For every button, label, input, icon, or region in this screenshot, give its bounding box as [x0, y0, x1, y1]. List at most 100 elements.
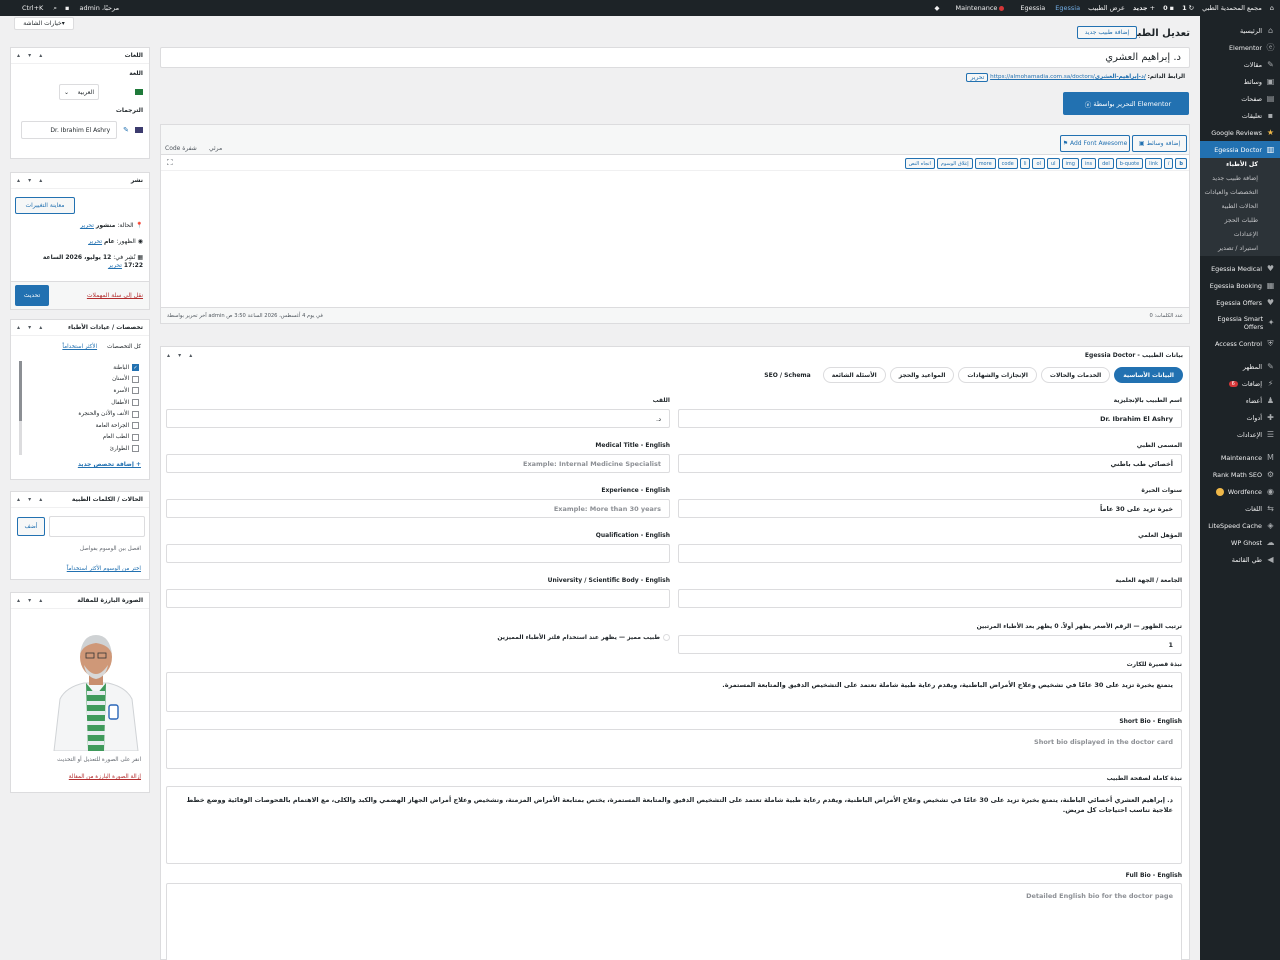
- edit-status-link[interactable]: تحرير: [80, 222, 94, 229]
- meta-tab-2[interactable]: الإنجازات والشهادات: [958, 367, 1037, 383]
- meta-tab-0[interactable]: البيانات الأساسية: [1114, 367, 1183, 383]
- sidebar-item-a7[interactable]: ▥ Egessia Doctor: [1200, 141, 1280, 158]
- qual-en-input[interactable]: [166, 544, 670, 563]
- sidebar-item-b0[interactable]: ♥ Egessia Medical: [1200, 260, 1280, 277]
- comments-count[interactable]: ▪ 0: [1163, 4, 1174, 12]
- short-bio-en-textarea[interactable]: Short bio displayed in the doctor card: [166, 729, 1182, 769]
- quicktag-button-1[interactable]: i: [1164, 158, 1174, 169]
- quicktag-button-4[interactable]: del: [1098, 158, 1114, 169]
- sidebar-item-b5[interactable]: ✎ المظهر: [1200, 358, 1280, 375]
- sidebar-item-a3[interactable]: ▣ وسائط: [1200, 73, 1280, 90]
- sidebar-item-b13[interactable]: ⇆ اللغات: [1200, 500, 1280, 517]
- specialty-checkbox[interactable]: [132, 387, 139, 395]
- submenu-item-1[interactable]: إضافة طبيب جديد: [1200, 172, 1280, 186]
- sidebar-item-b16[interactable]: ◀ طي القائمة: [1200, 551, 1280, 568]
- tab-all-specialties[interactable]: كل التخصصات: [107, 344, 141, 350]
- specialty-item[interactable]: الأسرة: [29, 385, 139, 397]
- submenu-item-2[interactable]: التخصصات والعيادات: [1200, 186, 1280, 200]
- maintenance-toggle[interactable]: Maintenance: [948, 4, 1005, 12]
- permalink-url[interactable]: https://almohamadia.com.sa/doctors/د-إبر…: [990, 74, 1146, 80]
- tags-arrows[interactable]: ▴ ▾ ▴: [17, 496, 45, 503]
- add-media-button[interactable]: ▣ إضافة وسائط: [1132, 135, 1187, 152]
- specialty-checkbox[interactable]: [132, 410, 139, 418]
- specialty-checkbox[interactable]: ✓: [132, 364, 139, 372]
- tags-input[interactable]: [49, 516, 145, 537]
- choose-tags-link[interactable]: اختر من الوسوم الأكثر استخداماً: [67, 566, 141, 572]
- sidebar-item-b15[interactable]: ☁ WP Ghost: [1200, 534, 1280, 551]
- uni-input[interactable]: [678, 589, 1182, 608]
- quicktag-button-3[interactable]: b-quote: [1115, 158, 1144, 169]
- quicktag-button-12[interactable]: إغلاق الوسوم: [936, 158, 973, 169]
- sidebar-item-b1[interactable]: ▦ Egessia Booking: [1200, 277, 1280, 294]
- sidebar-item-a6[interactable]: ★ Google Reviews: [1200, 124, 1280, 141]
- tab-visual[interactable]: مرئي: [209, 145, 222, 152]
- sidebar-item-b2[interactable]: ♥ Egessia Offers: [1200, 294, 1280, 311]
- specialty-item[interactable]: الأسنان: [29, 374, 139, 386]
- sidebar-item-a1[interactable]: ⓔ Elementor: [1200, 39, 1280, 56]
- edit-pencil-icon[interactable]: ✎: [123, 126, 129, 134]
- edit-date-link[interactable]: تحرير: [108, 262, 122, 269]
- tab-popular-specialties[interactable]: الأكثر استخداماً: [62, 344, 97, 350]
- diamond-icon[interactable]: ◆: [935, 4, 940, 12]
- sidebar-item-a2[interactable]: ✎ مقالات: [1200, 56, 1280, 73]
- site-name[interactable]: مجمع المحمدية الطبي: [1202, 4, 1262, 12]
- quicktag-button-8[interactable]: ol: [1032, 158, 1045, 169]
- quicktag-button-13[interactable]: اتجاه النص: [904, 158, 935, 169]
- quicktag-button-7[interactable]: ul: [1046, 158, 1060, 169]
- specialty-checkbox[interactable]: [132, 375, 139, 383]
- add-font-awesome-button[interactable]: ⚑ Add Font Awesome: [1060, 135, 1130, 152]
- title-en-input[interactable]: Example: Internal Medicine Specialist: [166, 454, 670, 473]
- submenu-item-0[interactable]: كل الأطباء: [1200, 158, 1280, 172]
- wp-logo-icon[interactable]: ⌂: [1270, 4, 1274, 12]
- quicktag-button-0[interactable]: b: [1175, 158, 1187, 169]
- sidebar-item-b4[interactable]: ⛨ Access Control: [1200, 335, 1280, 352]
- sidebar-item-b9[interactable]: ☰ الإعدادات: [1200, 426, 1280, 443]
- translation-input[interactable]: Dr. Ibrahim El Ashry: [21, 121, 118, 139]
- quicktag-button-6[interactable]: img: [1061, 158, 1079, 169]
- order-input[interactable]: 1: [678, 635, 1182, 654]
- prefix-input[interactable]: د.: [166, 409, 670, 428]
- specialty-item[interactable]: الأطفال: [29, 397, 139, 409]
- languages-arrows[interactable]: ▴ ▾ ▴: [17, 52, 45, 59]
- full-bio-en-textarea[interactable]: Detailed English bio for the doctor page: [166, 883, 1182, 960]
- meta-tab-1[interactable]: الخدمات والحالات: [1040, 367, 1111, 383]
- sidebar-item-b6[interactable]: ⚡ إضافات 6: [1200, 375, 1280, 392]
- account-menu[interactable]: مرحبًا، admin ▪: [57, 4, 119, 12]
- sidebar-item-a5[interactable]: ▪ تعليقات: [1200, 107, 1280, 124]
- featured-toggle[interactable]: طبيب مميز — يظهر عند استخدام فلتر الأطبا…: [490, 634, 670, 641]
- specialties-arrows[interactable]: ▴ ▾ ▴: [17, 324, 45, 331]
- quicktag-button-2[interactable]: link: [1145, 158, 1163, 169]
- quicktag-button-5[interactable]: ins: [1080, 158, 1097, 169]
- featured-arrows[interactable]: ▴ ▾ ▴: [17, 597, 45, 604]
- specialty-item[interactable]: الجراحة العامة: [29, 420, 139, 432]
- editor-textarea[interactable]: [161, 171, 1189, 307]
- remove-featured-link[interactable]: إزالة الصورة البارزة من المقالة: [69, 774, 141, 780]
- exp-en-input[interactable]: Example: More than 30 years: [166, 499, 670, 518]
- specialty-checkbox[interactable]: [132, 433, 139, 441]
- meta-box-arrows[interactable]: ▴ ▾ ▴: [167, 352, 195, 359]
- submenu-item-6[interactable]: استيراد / تصدير: [1200, 242, 1280, 256]
- move-to-trash-link[interactable]: نقل إلى سلة المهملات: [87, 292, 143, 299]
- title-input[interactable]: أخصائي طب باطني: [678, 454, 1182, 473]
- screen-options-button[interactable]: خيارات الشاشة ▾: [14, 17, 74, 30]
- submenu-item-4[interactable]: طلبات الحجز: [1200, 214, 1280, 228]
- uni-en-input[interactable]: [166, 589, 670, 608]
- doctor-photo[interactable]: [46, 621, 146, 752]
- sidebar-item-b11[interactable]: ⚙ Rank Math SEO: [1200, 466, 1280, 483]
- edit-visibility-link[interactable]: تحرير: [88, 238, 102, 245]
- sidebar-item-b8[interactable]: ✚ أدوات: [1200, 409, 1280, 426]
- specialty-item[interactable]: الطوارئ: [29, 443, 139, 455]
- updates-count[interactable]: ↻ 1: [1182, 4, 1194, 12]
- egessia-brand[interactable]: Egessia Egessia: [1012, 4, 1080, 12]
- publish-arrows[interactable]: ▴ ▾ ▴: [17, 177, 45, 184]
- specialty-checkbox[interactable]: [132, 422, 139, 430]
- sidebar-item-b3[interactable]: ✦ Egessia Smart Offers: [1200, 311, 1280, 335]
- fullscreen-icon[interactable]: ⛶: [167, 158, 173, 168]
- specialty-item[interactable]: الأنف والأذن والحنجرة: [29, 408, 139, 420]
- exp-input[interactable]: خبرة تزيد على 30 عاماً: [678, 499, 1182, 518]
- sidebar-item-b10[interactable]: M Maintenance: [1200, 449, 1280, 466]
- view-doctor-link[interactable]: عرض الطبيب: [1088, 4, 1125, 12]
- sidebar-item-b12[interactable]: ◉ Wordfence: [1200, 483, 1280, 500]
- specialties-scrollbar[interactable]: [19, 361, 22, 455]
- featured-checkbox[interactable]: [663, 634, 670, 641]
